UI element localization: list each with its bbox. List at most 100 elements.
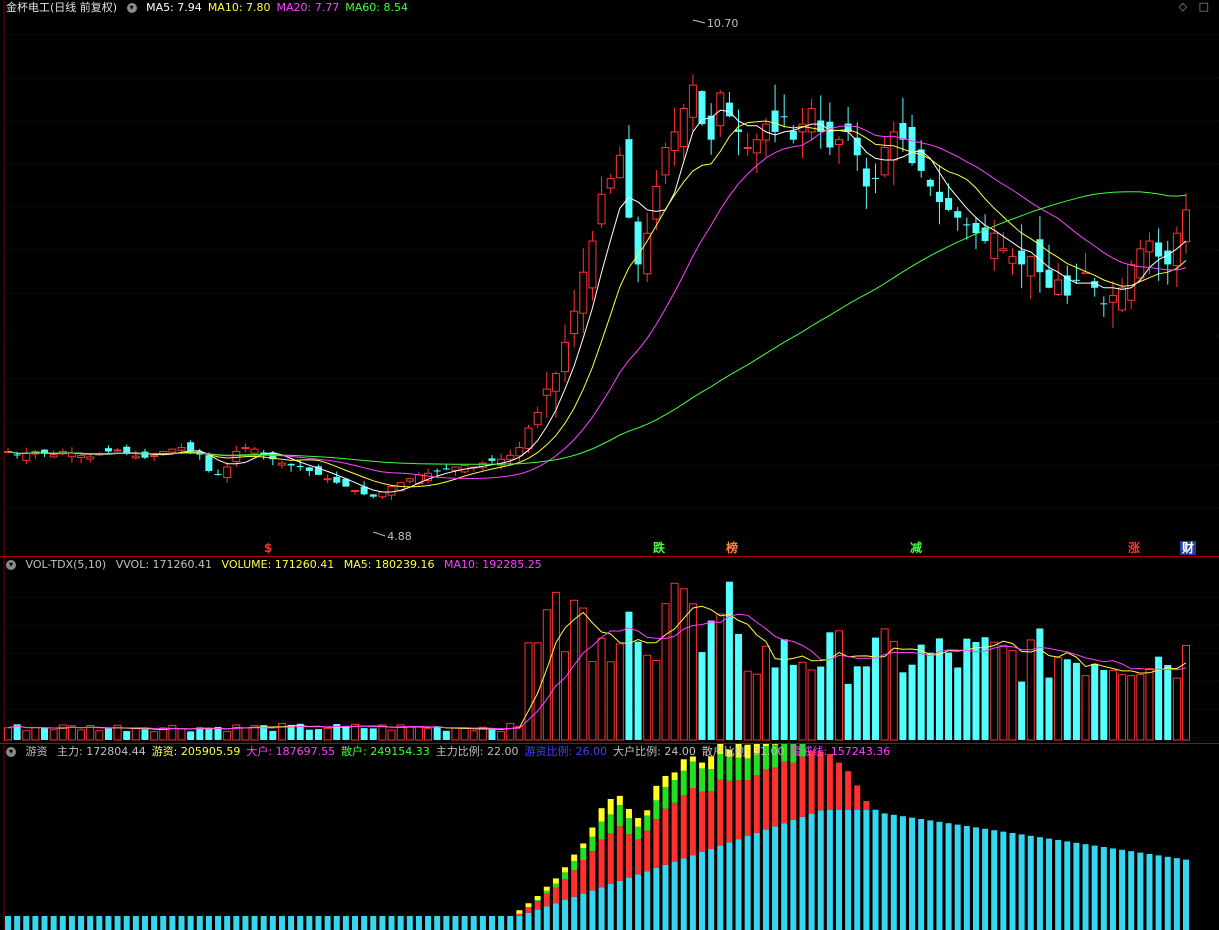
settings-circle-icon[interactable]: ▾ [126,3,137,13]
fund-bar-youzi [653,785,660,801]
fund-bar-main [1027,835,1034,930]
fund-bar-dahu [708,791,715,849]
volume-chart[interactable] [0,557,1219,743]
candle-body-down [488,458,496,461]
fund-bar-dahu [543,893,550,907]
volume-bar-down [1018,681,1026,740]
fund-item-1: 游资: 205905.59 [151,745,241,758]
volume-bar-up [150,731,159,741]
candle-body-down [141,451,149,458]
fund-bar-main [972,827,979,930]
volume-bar-up [405,726,414,741]
fund-bar-main [507,916,514,930]
volume-panel[interactable]: ▾ VOL-TDX(5,10) VVOL: 171260.41 VOLUME: … [0,557,1219,743]
candle-body-up [542,388,551,396]
volume-bar-down [972,641,980,740]
ma-indicator-0: MA5: 7.94 [146,1,202,14]
candle-body-up [606,178,615,189]
fund-bar-main [954,824,961,930]
fund-flow-panel[interactable]: ▾ 游资 主力: 172804.44 游资: 205905.59 大户: 18769… [0,744,1219,930]
volume-bar-up [1026,639,1035,741]
ma20-line [7,125,1187,480]
fund-bar-main [1009,833,1016,930]
volume-bar-down [862,666,870,740]
candle-body-down [1036,239,1044,273]
fund-bar-dahu [726,780,733,843]
fund-bar-main [160,916,167,930]
candle-body-up [880,147,889,176]
volume-bar-down [853,666,861,740]
fund-flow-chart[interactable] [0,744,1219,930]
window-controls[interactable]: ◇ □ [1179,0,1213,13]
fund-bar-main [936,821,943,930]
price-panel[interactable]: 10.70 4.88 金杯电工(日线 前复权) ▾ MA5: 7.94 MA10: … [0,0,1219,556]
candle-body-up [579,271,588,314]
fund-item-3: 散户: 249154.33 [341,745,430,758]
fund-bar-main [352,916,359,930]
fund-bar-main [699,852,706,930]
volume-bar-down [963,638,971,740]
volume-bar-up [506,722,515,741]
candle-body-up [670,131,679,151]
fund-bar-youzi [562,867,569,873]
fund-bar-main [762,829,769,930]
fund-indicator-name[interactable]: 游资 [26,745,48,758]
candle-body-up [277,462,286,466]
volume-bar-up [652,660,661,741]
volume-indicator-name[interactable]: VOL-TDX(5,10) [26,558,107,571]
candle-body-down [287,463,295,466]
stock-title[interactable]: 金杯电工(日线 前复权) [6,1,117,14]
volume-bar-down [707,620,715,740]
volume-bar-up [889,640,898,741]
fund-bar-youzi [662,775,669,788]
candle-body-down [826,121,834,148]
fund-bar-youzi [534,896,541,900]
fund-settings-icon[interactable]: ▾ [6,747,16,757]
fund-item-4: 主力比例: 22.00 [435,745,519,758]
candle-body-down [771,110,779,132]
fund-bar-sanhu [598,821,605,840]
fund-bar-main [625,877,632,930]
candle-body-up [131,455,140,459]
event-marker-2[interactable]: 榜 [724,541,740,555]
volume-settings-icon[interactable]: ▾ [6,560,16,570]
candle-body-down [853,137,861,156]
volume-bar-down [698,652,706,740]
candle-body-up [1172,232,1181,267]
fund-bar-main [461,916,468,930]
low-pointer [373,531,386,537]
candle-body-up [241,447,250,450]
candle-body-down [872,177,880,179]
fund-bar-dahu [753,775,760,833]
candle-body-up [113,449,122,452]
volume-bar-up [533,642,542,741]
volume-bar-down [269,730,277,740]
fund-bar-main [1137,852,1144,930]
fund-bar-main [68,916,75,930]
fund-bar-dahu [598,839,605,888]
volume-bar-down [725,581,733,740]
fund-bar-youzi [552,878,559,884]
fund-bar-main [406,916,413,930]
candle-body-up [679,108,688,147]
fund-bar-dahu [607,833,614,884]
volume-bar-down [196,727,204,740]
candle-body-down [1045,269,1053,288]
fund-bar-main [927,820,934,930]
volume-bar-up [807,669,816,741]
event-marker-0[interactable]: $ [262,541,274,555]
fund-bar-main [215,916,222,930]
fund-bar-youzi [644,810,651,816]
fund-bar-main [50,916,57,930]
event-marker-5[interactable]: 财 [1180,541,1197,555]
volume-header: ▾ VOL-TDX(5,10) VVOL: 171260.41 VOLUME: … [6,557,548,573]
candle-body-down [908,126,916,164]
event-marker-1[interactable]: 跌 [651,541,667,555]
fund-bar-main [543,906,550,930]
stock-chart-window: 10.70 4.88 金杯电工(日线 前复权) ▾ MA5: 7.94 MA10: … [0,0,1219,930]
fund-bar-main [671,861,678,930]
price-chart[interactable]: 10.70 4.88 [0,0,1219,556]
event-marker-3[interactable]: 减 [908,541,924,555]
event-marker-4[interactable]: 涨 [1126,541,1142,555]
fund-bar-youzi [635,817,642,827]
